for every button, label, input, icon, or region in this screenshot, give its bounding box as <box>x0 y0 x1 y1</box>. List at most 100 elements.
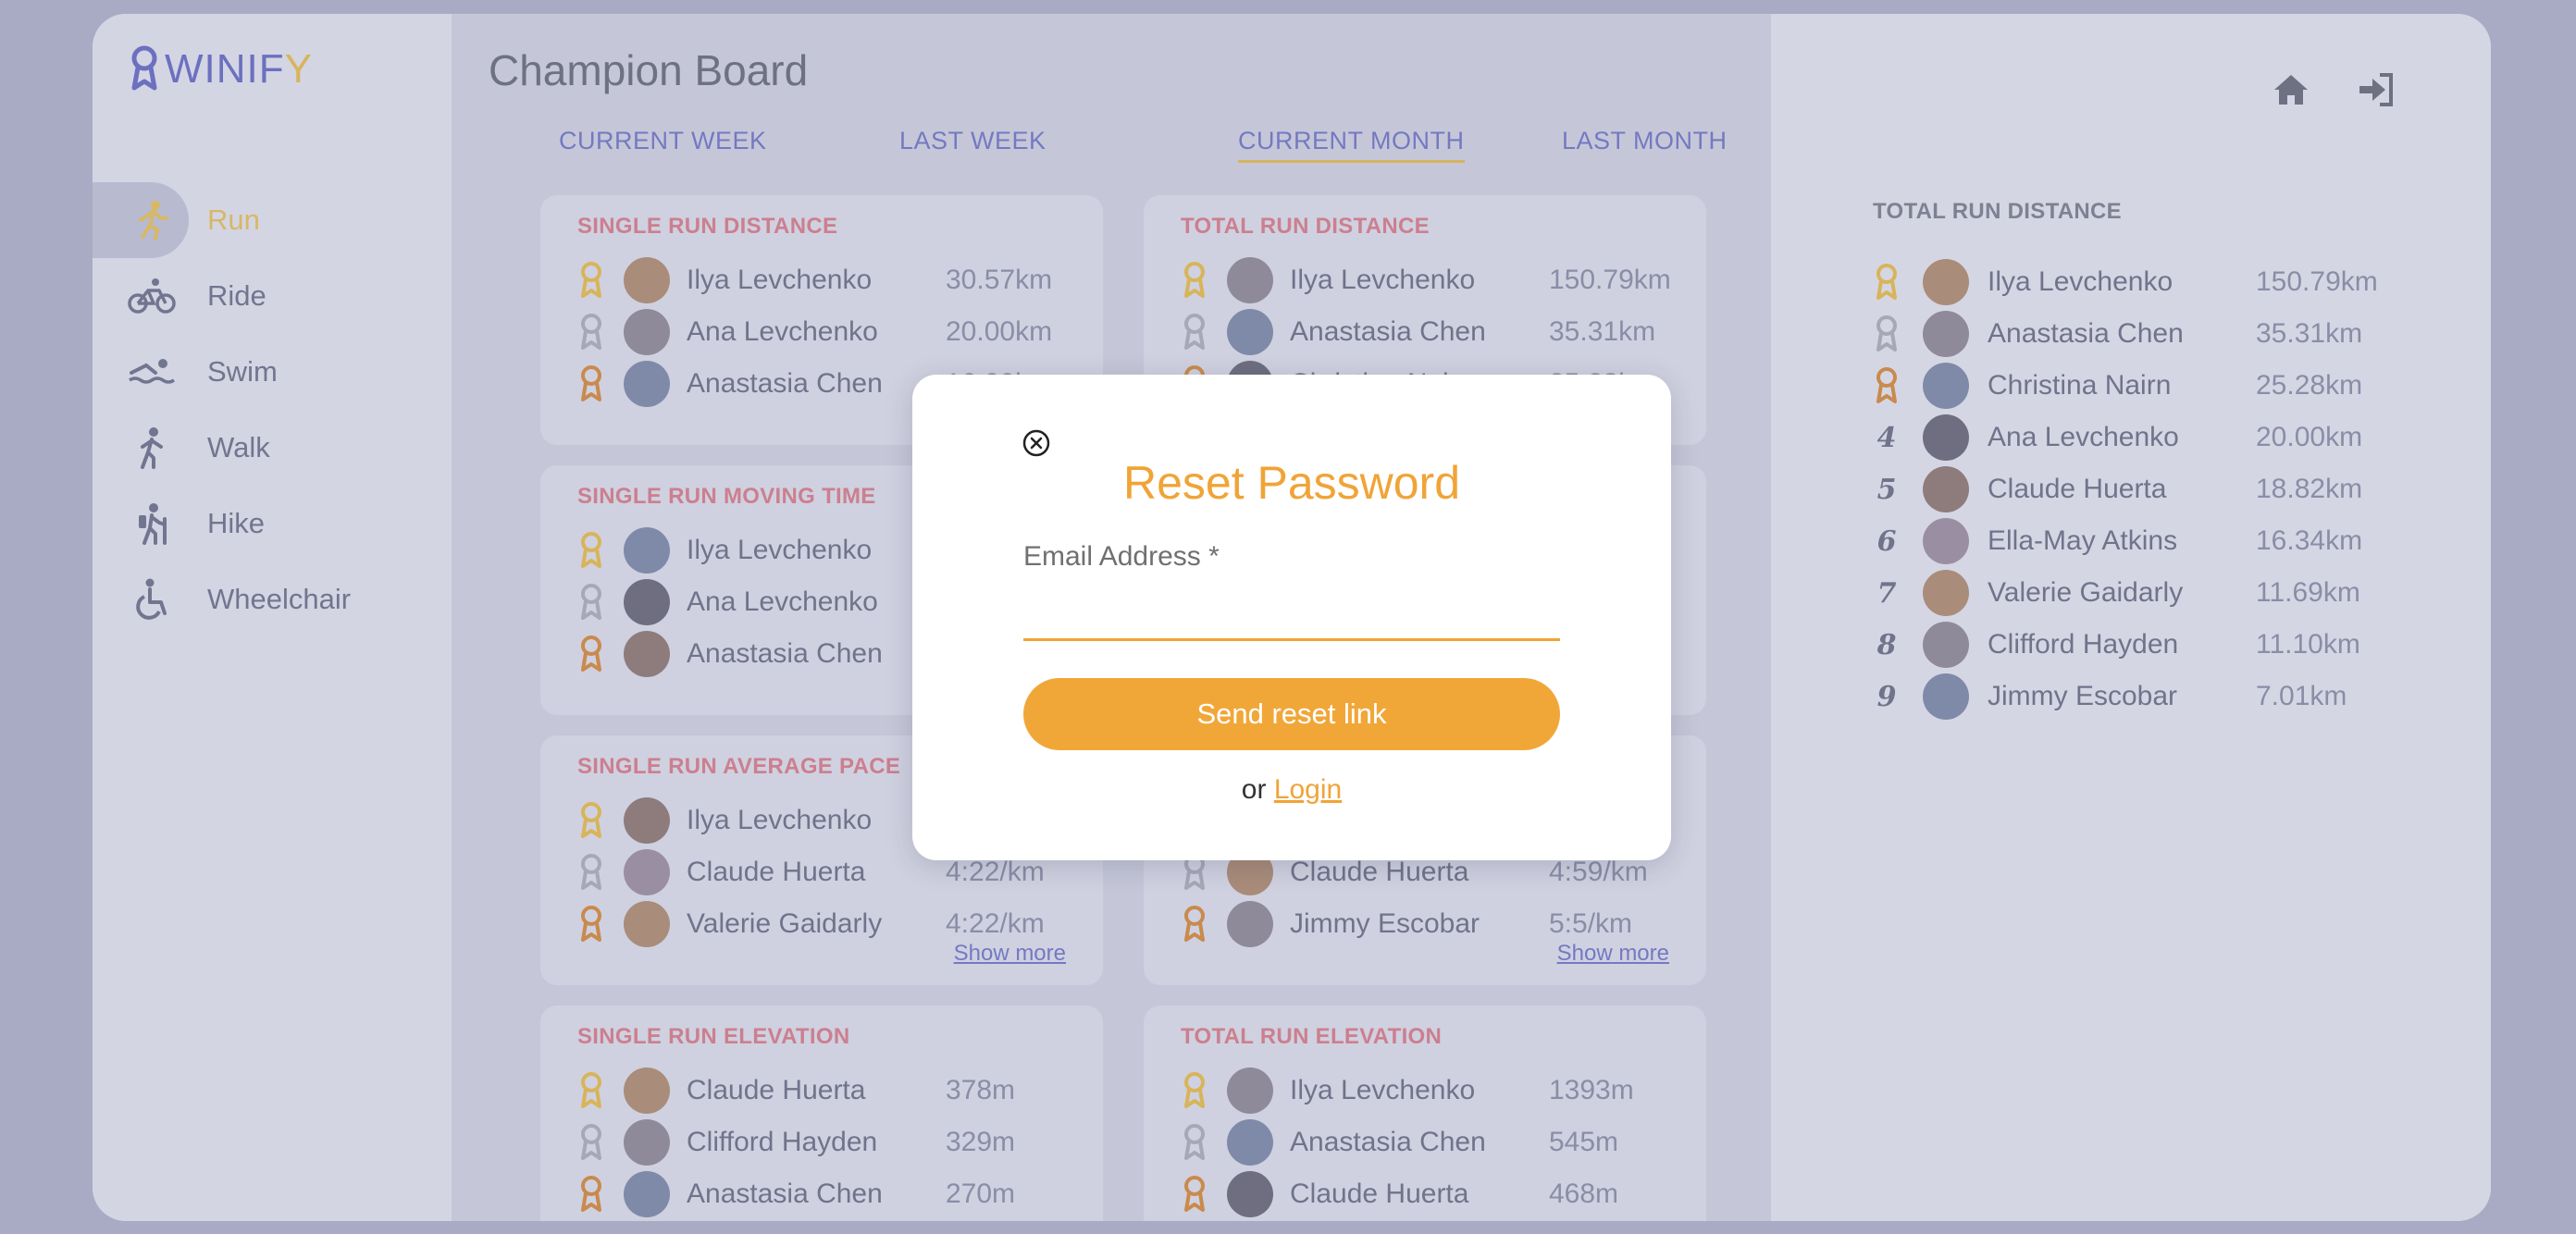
avatar <box>624 1171 670 1217</box>
stat-value: 35.31km <box>1549 316 1656 347</box>
tab-current-month[interactable]: CURRENT MONTH <box>1238 127 1465 163</box>
athlete-name: Anastasia Chen <box>1988 318 2184 349</box>
avatar <box>624 901 670 947</box>
sidebar-item-label: Walk <box>207 431 270 463</box>
leaderboard-row: Anastasia Chen 35.31km <box>1873 308 2446 360</box>
sidebar-item-swim[interactable]: Swim <box>93 334 452 410</box>
dialog-title: Reset Password <box>1122 457 1461 509</box>
avatar <box>1923 622 1969 668</box>
card-title: TOTAL RUN ELEVATION <box>1181 1024 1443 1049</box>
athlete-name: Ilya Levchenko <box>687 805 873 835</box>
card-row: Ilya Levchenko 150.79km <box>1181 254 1680 306</box>
stat-value: 35.31km <box>2256 318 2363 349</box>
avatar <box>1923 518 1969 564</box>
tab-last-week[interactable]: LAST WEEK <box>899 127 1046 155</box>
leaderboard-row: 4 Ana Levchenko 20.00km <box>1873 412 2446 463</box>
stat-value: 4:22/km <box>946 908 1045 939</box>
gold-medal-icon <box>577 1070 605 1111</box>
athlete-name: Claude Huerta <box>1290 1178 1469 1209</box>
leaderboard-row: Christina Nairn 25.28km <box>1873 360 2446 412</box>
leaderboard-title: TOTAL RUN DISTANCE <box>1873 199 2122 224</box>
athlete-name: Claude Huerta <box>1988 474 2167 504</box>
leaderboard-row: 8 Clifford Hayden 11.10km <box>1873 619 2446 671</box>
leaderboard-row: Ilya Levchenko 150.79km <box>1873 256 2446 308</box>
avatar <box>1923 363 1969 409</box>
avatar <box>624 527 670 574</box>
sidebar-item-wheelchair[interactable]: Wheelchair <box>93 561 452 637</box>
card-row: Clifford Hayden 329m <box>577 1117 1077 1168</box>
avatar <box>1227 1119 1273 1166</box>
stat-value: 30.57km <box>946 265 1053 295</box>
leaderboard-row: 6 Ella-May Atkins 16.34km <box>1873 515 2446 567</box>
swim-icon <box>128 348 176 396</box>
avatar <box>1227 1067 1273 1114</box>
card-title: SINGLE RUN ELEVATION <box>577 1024 850 1049</box>
show-more-link[interactable]: Show more <box>954 941 1066 967</box>
athlete-name: Claude Huerta <box>687 857 866 887</box>
athlete-name: Ana Levchenko <box>687 586 878 617</box>
rank-number: 8 <box>1876 628 1897 661</box>
stat-value: 270m <box>946 1178 1016 1209</box>
leaderboard-panel: TOTAL RUN DISTANCE Ilya Levchenko 150.79k… <box>1771 14 2491 1221</box>
athlete-name: Claude Huerta <box>1290 857 1469 887</box>
card-title: SINGLE RUN DISTANCE <box>577 214 838 239</box>
leaderboard-row: 5 Claude Huerta 18.82km <box>1873 463 2446 515</box>
period-tabs: CURRENT WEEK LAST WEEK CURRENT MONTH LAS… <box>452 127 1771 173</box>
login-icon[interactable] <box>2356 69 2396 110</box>
stat-value: 18.82km <box>2256 474 2363 504</box>
silver-medal-icon <box>577 852 605 893</box>
bronze-medal-icon <box>577 1174 605 1215</box>
stat-card: SINGLE RUN ELEVATION Claude Huerta 378m Cli… <box>540 1006 1103 1221</box>
page-title: Champion Board <box>489 46 809 94</box>
athlete-name: Anastasia Chen <box>1290 1127 1486 1157</box>
walk-icon <box>128 424 176 472</box>
card-row: Claude Huerta 468m <box>1181 1168 1680 1220</box>
gold-medal-icon <box>577 800 605 841</box>
athlete-name: Anastasia Chen <box>687 1178 883 1209</box>
tab-last-month[interactable]: LAST MONTH <box>1562 127 1728 155</box>
avatar <box>624 797 670 844</box>
card-title: TOTAL RUN DISTANCE <box>1181 214 1430 239</box>
bronze-medal-icon <box>1181 904 1208 944</box>
logo[interactable]: WINIF Y <box>130 45 313 93</box>
sidebar-item-label: Ride <box>207 279 266 312</box>
stat-value: 16.34km <box>2256 525 2363 556</box>
avatar <box>1923 673 1969 720</box>
rank-number: 5 <box>1876 473 1897 506</box>
tab-current-week[interactable]: CURRENT WEEK <box>559 127 767 155</box>
run-icon <box>128 196 176 244</box>
avatar <box>624 257 670 303</box>
silver-medal-icon <box>577 312 605 352</box>
medal-logo-icon <box>131 45 157 91</box>
stat-value: 4:59/km <box>1549 857 1648 887</box>
sidebar-item-walk[interactable]: Walk <box>93 410 452 486</box>
stat-value: 1393m <box>1549 1075 1634 1105</box>
home-icon[interactable] <box>2271 69 2311 110</box>
gold-medal-icon <box>1181 1070 1208 1111</box>
avatar <box>624 361 670 407</box>
login-link[interactable]: Login <box>1274 774 1342 805</box>
card-row: Claude Huerta 378m <box>577 1065 1077 1117</box>
sidebar-item-ride[interactable]: Ride <box>93 258 452 334</box>
avatar <box>1227 901 1273 947</box>
sidebar-item-label: Wheelchair <box>207 583 352 615</box>
avatar <box>1923 414 1969 461</box>
stat-value: 25.28km <box>2256 370 2363 401</box>
athlete-name: Valerie Gaidarly <box>687 908 883 939</box>
close-icon[interactable] <box>1022 428 1051 458</box>
send-reset-link-button[interactable]: Send reset link <box>1023 678 1560 750</box>
bronze-medal-icon <box>577 634 605 674</box>
sidebar-item-hike[interactable]: Hike <box>93 486 452 561</box>
avatar <box>624 1119 670 1166</box>
email-field[interactable] <box>1023 589 1560 641</box>
silver-medal-icon <box>1873 314 1901 354</box>
email-label: Email Address * <box>1023 541 1220 572</box>
gold-medal-icon <box>1873 262 1901 302</box>
athlete-name: Jimmy Escobar <box>1290 908 1480 939</box>
athlete-name: Anastasia Chen <box>687 368 883 399</box>
bike-icon <box>128 272 176 320</box>
avatar <box>1227 257 1273 303</box>
sidebar-item-run[interactable]: Run <box>93 182 452 258</box>
show-more-link[interactable]: Show more <box>1557 941 1669 967</box>
bronze-medal-icon <box>577 904 605 944</box>
